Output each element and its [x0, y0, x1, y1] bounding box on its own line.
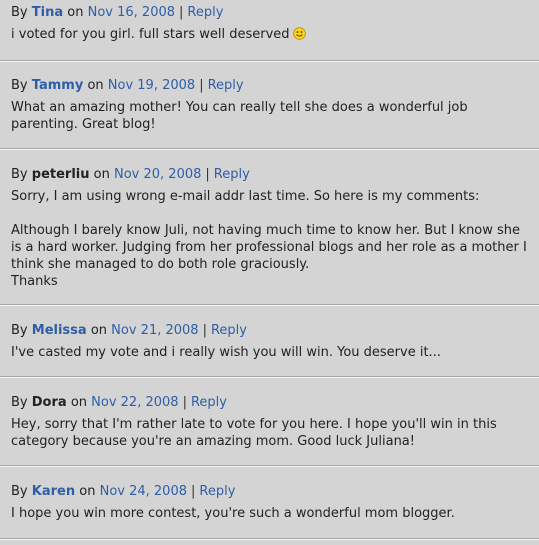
- comment-date-link[interactable]: Nov 22, 2008: [91, 395, 178, 410]
- author-name: peterliu: [31, 167, 90, 182]
- by-label: By: [11, 167, 28, 182]
- comment-meta: By Dora on Nov 22, 2008 | Reply: [11, 394, 531, 411]
- comment-item: By Tammy on Nov 19, 2008 | Reply What an a…: [0, 77, 539, 133]
- reply-link[interactable]: Reply: [199, 484, 235, 499]
- comment-meta: By peterliu on Nov 20, 2008 | Reply: [11, 166, 531, 183]
- on-label: on: [67, 5, 84, 20]
- by-label: By: [11, 78, 28, 93]
- reply-link[interactable]: Reply: [211, 323, 247, 338]
- comment-divider: [0, 376, 539, 378]
- comment-body: Sorry, I am using wrong e-mail addr last…: [11, 188, 531, 290]
- meta-divider: |: [182, 395, 187, 410]
- comment-divider: [0, 465, 539, 467]
- by-label: By: [11, 323, 28, 338]
- author-name: Dora: [31, 395, 67, 410]
- comment-text: i voted for you girl. full stars well de…: [11, 27, 290, 42]
- comment-meta: By Karen on Nov 24, 2008 | Reply: [11, 483, 531, 500]
- comment-list: By Tina on Nov 16, 2008 | Reply i voted fo…: [0, 0, 539, 545]
- meta-divider: |: [191, 484, 196, 499]
- by-label: By: [11, 484, 28, 499]
- on-label: on: [90, 323, 108, 338]
- comment-text: Thanks: [11, 274, 58, 289]
- comment-body: What an amazing mother! You can really t…: [11, 99, 531, 133]
- comment-divider: [0, 304, 539, 306]
- comment-text: Hey, sorry that I'm rather late to vote …: [11, 417, 497, 449]
- comment-body: Hey, sorry that I'm rather late to vote …: [11, 416, 531, 450]
- meta-divider: |: [205, 167, 210, 182]
- reply-link[interactable]: Reply: [187, 5, 223, 20]
- reply-link[interactable]: Reply: [191, 395, 227, 410]
- meta-divider: |: [199, 78, 204, 93]
- comment-text: I hope you win more contest, you're such…: [11, 506, 455, 521]
- on-label: on: [70, 395, 88, 410]
- meta-divider: |: [179, 5, 184, 20]
- comment-item: By Karen on Nov 24, 2008 | Reply I hope yo…: [0, 483, 539, 522]
- comment-date-link[interactable]: Nov 20, 2008: [114, 167, 201, 182]
- meta-divider: |: [202, 323, 207, 338]
- comment-body: I hope you win more contest, you're such…: [11, 505, 531, 522]
- reply-link[interactable]: Reply: [208, 78, 244, 93]
- comment-body: i voted for you girl. full stars well de…: [11, 26, 531, 43]
- reply-link[interactable]: Reply: [214, 167, 250, 182]
- comment-meta: By Tammy on Nov 19, 2008 | Reply: [11, 77, 531, 94]
- comment-date-link[interactable]: Nov 24, 2008: [100, 484, 187, 499]
- comment-text: Although I barely know Juli, not having …: [11, 223, 527, 272]
- author-link[interactable]: Karen: [32, 484, 75, 499]
- comment-meta: By Tina on Nov 16, 2008 | Reply: [11, 4, 531, 21]
- on-label: on: [79, 484, 96, 499]
- comment-text: Sorry, I am using wrong e-mail addr last…: [11, 189, 480, 204]
- comment-meta: By Melissa on Nov 21, 2008 | Reply: [11, 322, 531, 339]
- comment-divider: [0, 60, 539, 62]
- comment-divider: [0, 148, 539, 150]
- on-label: on: [93, 167, 110, 182]
- comment-text: What an amazing mother! You can really t…: [11, 100, 468, 132]
- comment-date-link[interactable]: Nov 21, 2008: [111, 323, 198, 338]
- comment-item: By Tina on Nov 16, 2008 | Reply i voted fo…: [0, 4, 539, 43]
- comment-item: By Melissa on Nov 21, 2008 | Reply I've ca…: [0, 322, 539, 361]
- author-link[interactable]: Melissa: [32, 323, 87, 338]
- by-label: By: [11, 5, 28, 20]
- author-link[interactable]: Tina: [32, 5, 63, 20]
- comment-body: I've casted my vote and i really wish yo…: [11, 344, 531, 361]
- comment-divider: [0, 538, 539, 540]
- comment-text: I've casted my vote and i really wish yo…: [11, 345, 441, 360]
- comment-item: By Dora on Nov 22, 2008 | Reply Hey, sorry…: [0, 394, 539, 450]
- on-label: on: [87, 78, 104, 93]
- comment-date-link[interactable]: Nov 16, 2008: [88, 5, 175, 20]
- comment-item: By peterliu on Nov 20, 2008 | Reply Sorry,…: [0, 166, 539, 290]
- comment-date-link[interactable]: Nov 19, 2008: [108, 78, 195, 93]
- smiley-face-icon: [292, 27, 306, 40]
- by-label: By: [11, 395, 28, 410]
- author-link[interactable]: Tammy: [32, 78, 84, 93]
